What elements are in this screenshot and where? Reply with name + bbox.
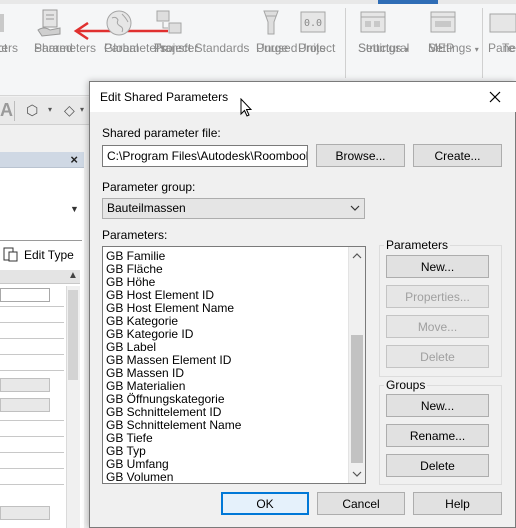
chevron-down-icon[interactable]: ▾ bbox=[80, 105, 84, 114]
grid-row bbox=[0, 452, 64, 453]
chevron-down-icon bbox=[350, 205, 360, 211]
dialog-title-bar[interactable]: Edit Shared Parameters bbox=[90, 82, 516, 117]
mep-settings-button[interactable]: MEP Settings ▾ bbox=[428, 8, 479, 55]
toolbar-separator bbox=[14, 101, 15, 121]
scrollbar-thumb[interactable] bbox=[351, 335, 363, 463]
ribbon-item-partial-right[interactable]: Pane Te bbox=[488, 8, 516, 55]
parameters-scrollbar[interactable] bbox=[348, 247, 365, 483]
edit-type-button[interactable]: Edit Type bbox=[0, 244, 84, 266]
partial-icon bbox=[0, 14, 4, 32]
grid-row bbox=[0, 484, 64, 485]
grid-row bbox=[0, 338, 64, 339]
groups-groupbox-title: Groups bbox=[384, 378, 428, 392]
group-delete-button[interactable]: Delete bbox=[386, 454, 489, 477]
group-rename-button[interactable]: Rename... bbox=[386, 424, 489, 447]
parameter-move-button[interactable]: Move... bbox=[386, 315, 489, 338]
parameter-group-select[interactable]: Bauteilmassen bbox=[102, 198, 365, 219]
quick-access-toolbar: A ⬡ ▾ ◇ ▾ bbox=[0, 97, 92, 125]
parameters-list[interactable]: GB Familie GB Fläche GB Höhe GB Host Elemen… bbox=[102, 246, 366, 484]
parameter-delete-button[interactable]: Delete bbox=[386, 345, 489, 368]
structural-settings-icon bbox=[360, 11, 386, 33]
ribbon-item-partial-left[interactable]: ct ters bbox=[0, 8, 28, 55]
scroll-down-icon[interactable] bbox=[352, 469, 362, 479]
shared-parameter-file-field[interactable]: C:\Program Files\Autodesk\Roombook Ar bbox=[102, 145, 308, 167]
chevron-down-icon: ▾ bbox=[474, 45, 479, 54]
edit-shared-parameters-dialog: Edit Shared Parameters Shared parameter … bbox=[89, 81, 516, 528]
dialog-title: Edit Shared Parameters bbox=[100, 90, 229, 104]
close-icon[interactable] bbox=[484, 86, 506, 108]
ribbon-separator bbox=[482, 8, 483, 78]
properties-palette-title: × bbox=[0, 152, 84, 168]
collapse-icon[interactable]: ▲ bbox=[68, 270, 78, 281]
scroll-up-icon[interactable] bbox=[352, 251, 362, 261]
active-tab-indicator bbox=[378, 0, 438, 4]
panel-icon bbox=[489, 13, 516, 33]
3d-view-icon[interactable]: ⬡ bbox=[26, 102, 38, 119]
cancel-button[interactable]: Cancel bbox=[317, 492, 405, 515]
shared-file-label: Shared parameter file: bbox=[102, 126, 221, 140]
tag-icon[interactable]: ◇ bbox=[64, 102, 75, 119]
properties-grid: ▲ bbox=[0, 270, 84, 528]
mouse-cursor-icon bbox=[240, 98, 252, 117]
project-units-button[interactable]: 0.0 Project Units bbox=[298, 8, 335, 55]
shared-parameters-icon bbox=[37, 9, 61, 37]
browse-button[interactable]: Browse... bbox=[316, 144, 405, 167]
property-group-bar[interactable] bbox=[0, 506, 50, 520]
create-button[interactable]: Create... bbox=[413, 144, 502, 167]
property-value-field[interactable] bbox=[0, 288, 50, 302]
globe-icon bbox=[106, 10, 132, 36]
help-button[interactable]: Help bbox=[413, 492, 502, 515]
svg-text:0.0: 0.0 bbox=[304, 18, 322, 29]
grid-row bbox=[0, 370, 64, 371]
edit-type-icon bbox=[3, 247, 18, 262]
parameter-group-value: Bauteilmassen bbox=[107, 201, 186, 215]
grid-row bbox=[0, 468, 64, 469]
grid-row bbox=[0, 436, 64, 437]
text-tool-icon[interactable]: A bbox=[0, 100, 13, 121]
properties-palette: ▼ Edit Type ▲ bbox=[0, 168, 84, 528]
parameter-list-item[interactable]: GB Volumen bbox=[106, 471, 173, 484]
grid-row bbox=[0, 322, 64, 323]
ok-button[interactable]: OK bbox=[221, 492, 309, 515]
ribbon-tab-strip bbox=[0, 0, 516, 4]
purge-unused-button[interactable]: Purge Unused bbox=[256, 8, 297, 55]
property-group-bar[interactable] bbox=[0, 398, 50, 412]
chevron-down-icon[interactable]: ▾ bbox=[48, 105, 52, 114]
edit-type-label: Edit Type bbox=[24, 248, 74, 262]
mep-settings-icon bbox=[430, 11, 456, 33]
parameter-group-label: Parameter group: bbox=[102, 180, 196, 194]
parameters-groupbox-title: Parameters bbox=[384, 238, 451, 252]
properties-scrollbar-thumb[interactable] bbox=[68, 290, 78, 380]
global-parameters-button[interactable]: Global Parameters bbox=[104, 8, 166, 55]
group-new-button[interactable]: New... bbox=[386, 394, 489, 417]
grid-row bbox=[0, 354, 64, 355]
chevron-down-icon: ▾ bbox=[404, 45, 409, 54]
close-icon[interactable]: × bbox=[70, 152, 78, 167]
purge-icon bbox=[263, 10, 279, 35]
structural-settings-button[interactable]: Structural Settings ▾ bbox=[358, 8, 409, 55]
divider bbox=[0, 240, 82, 241]
parameter-properties-button[interactable]: Properties... bbox=[386, 285, 489, 308]
parameter-new-button[interactable]: New... bbox=[386, 255, 489, 278]
transfer-standards-icon bbox=[156, 10, 182, 34]
grid-row bbox=[0, 306, 64, 307]
grid-row bbox=[0, 420, 64, 421]
parameters-label: Parameters: bbox=[102, 228, 168, 242]
ribbon-separator bbox=[345, 8, 346, 78]
transfer-project-standards-button[interactable]: Transfer Project Standards bbox=[154, 8, 249, 55]
grid-header: ▲ bbox=[0, 270, 80, 284]
shared-parameters-button[interactable]: Shared Parameters bbox=[34, 8, 96, 55]
units-icon: 0.0 bbox=[300, 11, 326, 33]
property-group-bar[interactable] bbox=[0, 378, 50, 392]
type-selector-chevron-icon[interactable]: ▼ bbox=[70, 204, 79, 214]
